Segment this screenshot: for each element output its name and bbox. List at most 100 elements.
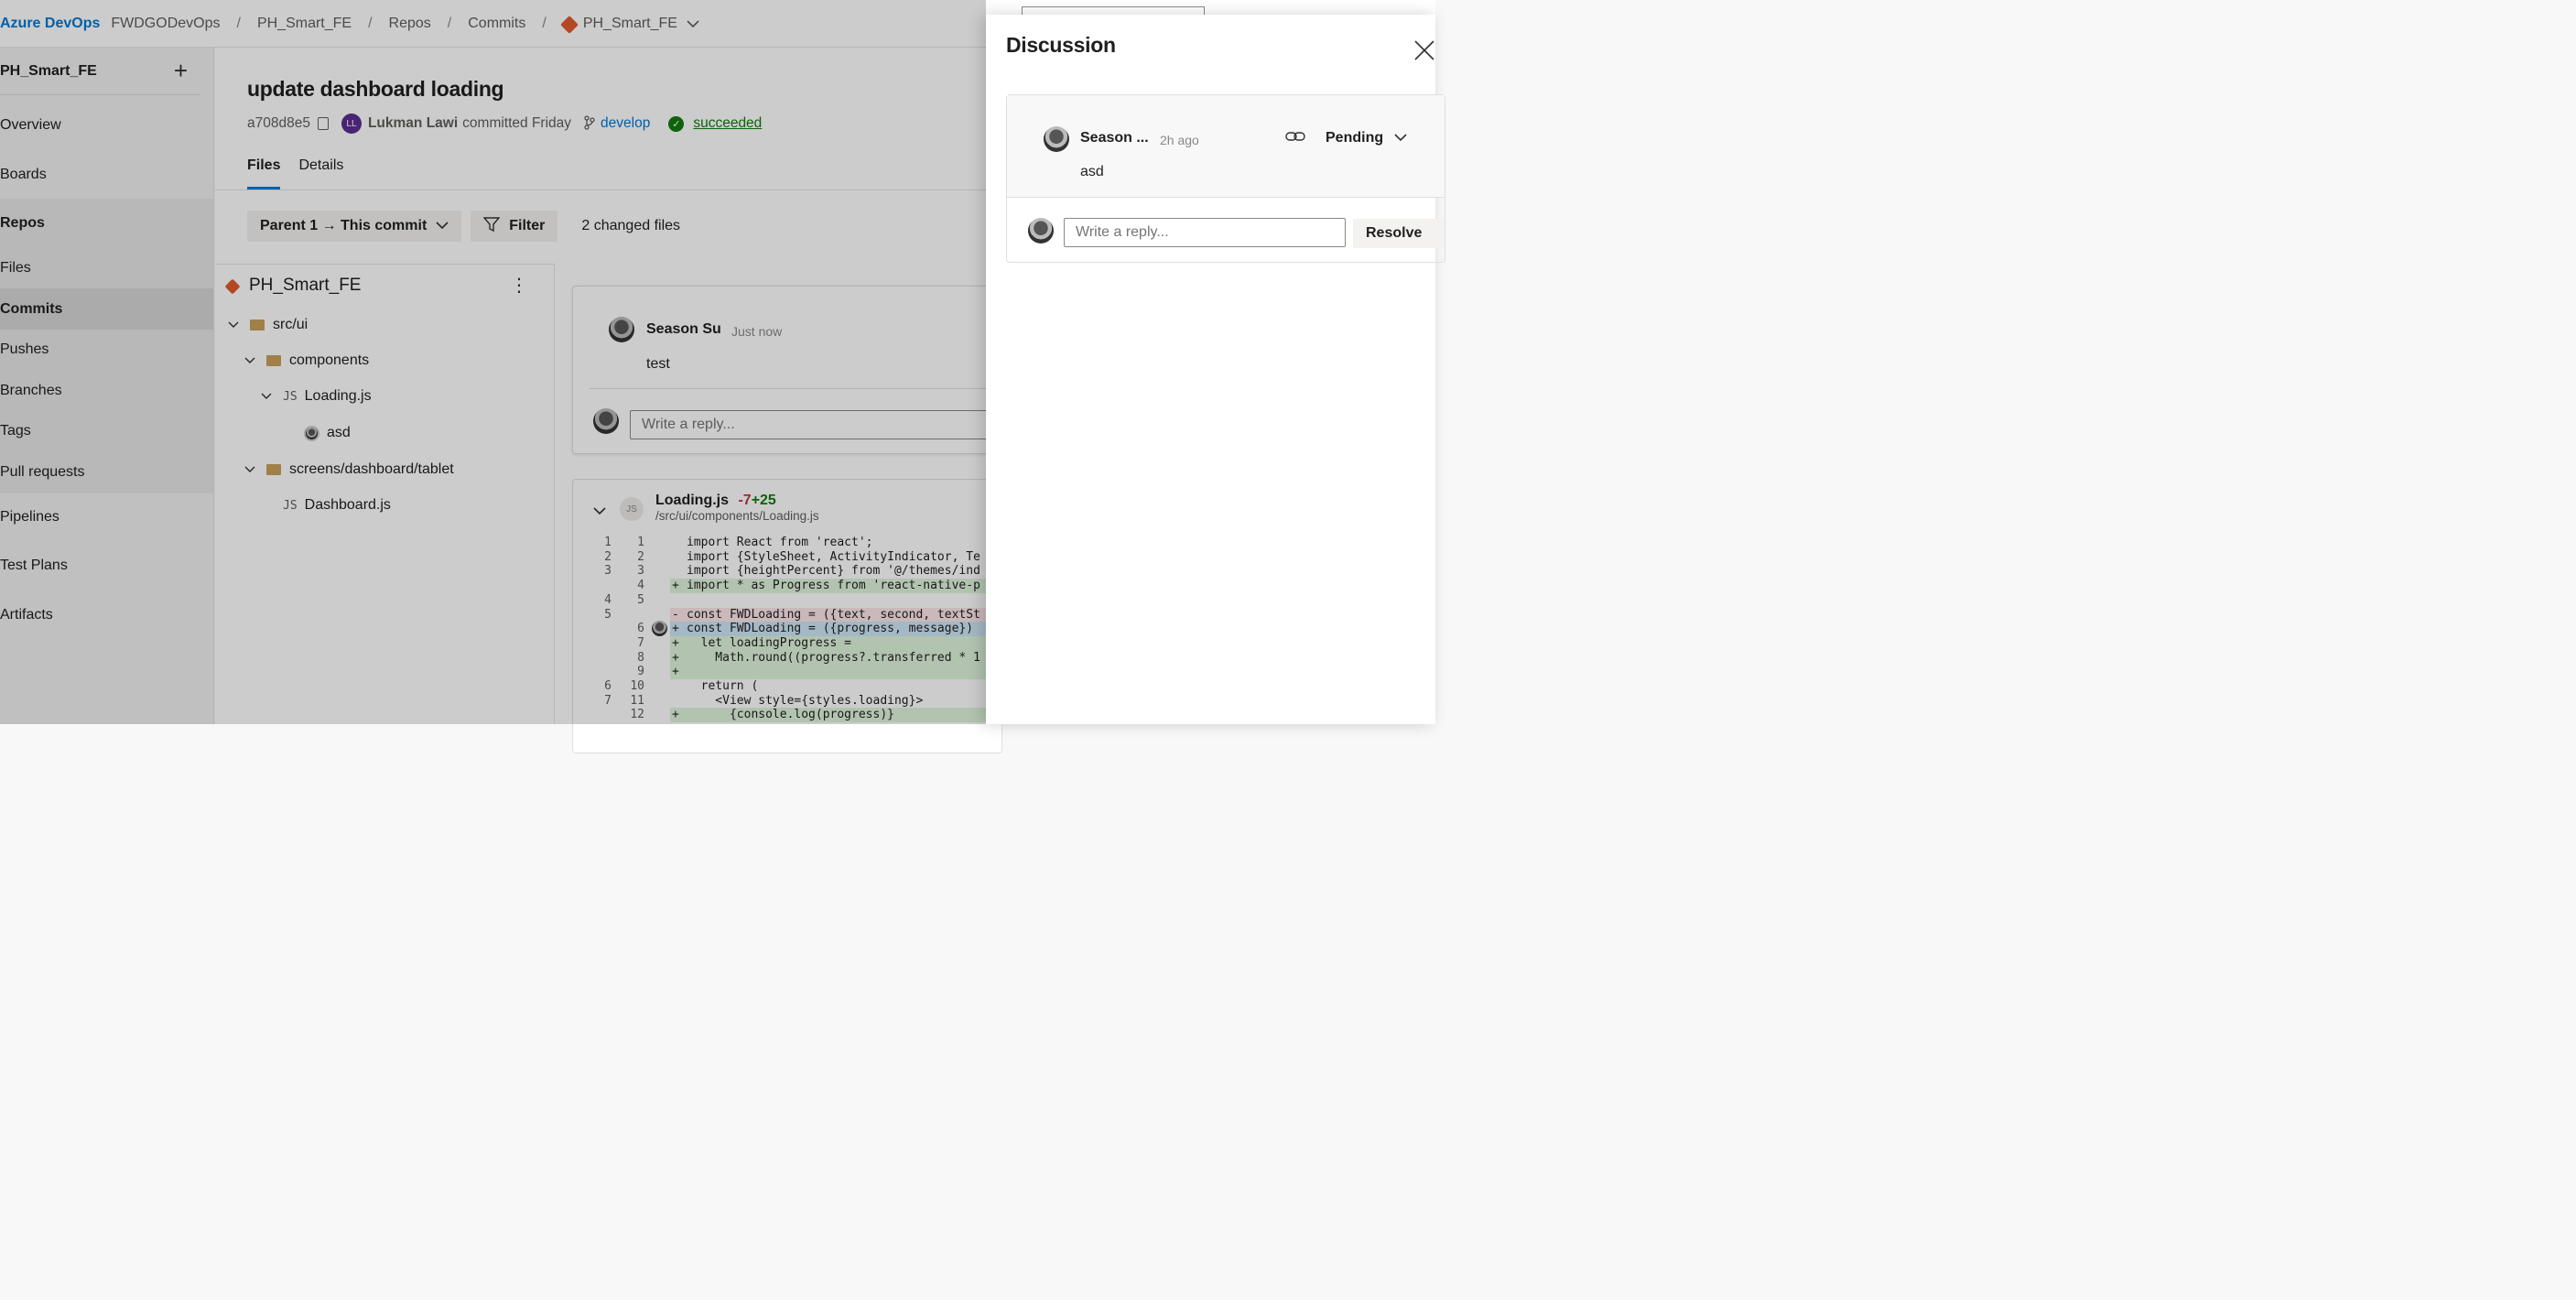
old-line-number: 4 — [604, 592, 612, 607]
breadcrumb-separator: / — [236, 15, 241, 31]
code-text: import React from 'react'; — [670, 536, 1001, 550]
tree-folder-screens[interactable]: screens/dashboard/tablet — [244, 461, 454, 478]
code-line: const FWDLoading = ({progress, message}) — [687, 622, 974, 636]
sidebar-item-overview[interactable]: Overview — [0, 117, 213, 134]
code-text — [670, 593, 1001, 608]
chevron-down-icon — [228, 319, 241, 331]
diff-marker — [672, 593, 687, 608]
thread-author: Season ... — [1080, 130, 1149, 146]
old-line-number: 1 — [604, 536, 612, 549]
diff-line[interactable]: 12 + {console.log(progress)} — [573, 708, 1001, 723]
diff-marker: + — [672, 665, 679, 679]
filter-button[interactable]: Filter — [471, 211, 558, 242]
breadcrumb-org[interactable]: FWDGODevOps — [111, 16, 220, 32]
code-text: <View style={styles.loading}> — [670, 693, 1001, 709]
plus-icon[interactable]: + — [174, 57, 188, 85]
sidebar-item-repos[interactable]: Repos — [0, 215, 213, 232]
diff-added-count: +25 — [751, 493, 776, 508]
diff-marker — [672, 564, 687, 579]
reply-input[interactable] — [1064, 218, 1346, 247]
sidebar-item-files[interactable]: Files — [0, 260, 213, 276]
diff-marker — [672, 679, 687, 694]
more-options-icon[interactable]: ⋮ — [510, 274, 528, 297]
tab-files[interactable]: Files — [247, 157, 281, 190]
diff-marker — [672, 550, 687, 565]
diff-line[interactable]: 3 3 import {heightPercent} from '@/themes… — [573, 564, 1001, 579]
code-text: import {heightPercent} from '@/themes/in… — [670, 564, 1001, 579]
new-line-number: 1 — [637, 536, 644, 549]
tree-folder-src-ui[interactable]: src/ui — [228, 317, 308, 333]
comment-thread: Season Su Just now test — [572, 286, 1014, 454]
reply-input[interactable] — [630, 410, 1014, 439]
old-line-number: 6 — [604, 679, 612, 693]
tree-comment-asd[interactable]: asd — [304, 425, 351, 441]
breadcrumb-project[interactable]: PH_Smart_FE — [257, 16, 352, 32]
diff-line[interactable]: 6 + const FWDLoading = ({progress, message… — [573, 621, 1001, 637]
avatar — [1044, 126, 1069, 152]
tab-details[interactable]: Details — [298, 157, 343, 190]
code-text: + const FWDLoading = ({progress, message}… — [670, 622, 1001, 636]
compare-dropdown[interactable]: Parent 1 → This commit — [247, 211, 462, 242]
diff-line[interactable]: 45 — [573, 592, 1001, 608]
repo-selector[interactable]: PH_Smart_FE — [559, 15, 699, 34]
filter-icon — [482, 216, 501, 236]
diff-line[interactable]: 7 + let loadingProgress = — [573, 635, 1001, 651]
diff-marker: + — [672, 708, 679, 722]
git-repo-icon — [559, 15, 579, 34]
link-icon[interactable] — [1285, 130, 1305, 147]
tree-file-dashboard[interactable]: JS Dashboard.js — [283, 497, 391, 514]
tree-folder-components[interactable]: components — [244, 352, 369, 369]
js-file-icon: JS — [283, 389, 298, 404]
diff-line[interactable]: 5 - const FWDLoading = ({text, second, tex… — [573, 607, 1001, 623]
sidebar-item-commits[interactable]: Commits — [0, 301, 213, 318]
diff-file-name[interactable]: Loading.js — [655, 493, 729, 508]
commit-tabs: Files Details — [247, 157, 362, 190]
breadcrumb-repos[interactable]: Repos — [389, 16, 431, 32]
thread-text: asd — [1080, 164, 1104, 179]
diff-line[interactable]: 9 + — [573, 665, 1001, 679]
sidebar-item-artifacts[interactable]: Artifacts — [0, 607, 213, 623]
status-dropdown[interactable]: Pending — [1326, 130, 1407, 146]
tree-root[interactable]: PH_Smart_FE — [224, 276, 362, 296]
brand-link[interactable]: Azure DevOps — [0, 16, 100, 32]
sidebar-item-test-plans[interactable]: Test Plans — [0, 558, 213, 574]
diff-line[interactable]: 8 + Math.round((progress?.transferred * 1 — [573, 650, 1001, 666]
close-icon[interactable] — [1413, 35, 1435, 69]
code-line: Math.round((progress?.transferred * 1 — [687, 650, 980, 665]
code-text: + — [670, 665, 1001, 679]
diff-line[interactable]: 7 11 <View style={styles.loading}> — [573, 693, 1001, 709]
avatar[interactable] — [652, 621, 667, 637]
copy-icon[interactable] — [317, 117, 329, 130]
diff-line[interactable]: 1 1 import React from 'react'; — [573, 536, 1001, 550]
sidebar-item-pushes[interactable]: Pushes — [0, 341, 213, 358]
diff-line[interactable]: 6 10 return ( — [573, 679, 1001, 694]
diff-file-header: Loading.js -7+25 — [655, 493, 776, 509]
sidebar-item-pipelines[interactable]: Pipelines — [0, 509, 213, 525]
compare-label: Parent 1 → This commit — [260, 218, 428, 233]
folder-icon — [266, 355, 281, 366]
tree-file-loading[interactable]: JS Loading.js — [261, 388, 372, 405]
changed-files-count: 2 changed files — [581, 218, 681, 233]
chevron-down-icon[interactable] — [593, 504, 606, 520]
commit-author[interactable]: Lukman Lawi — [368, 115, 458, 132]
resolve-button[interactable]: Resolve — [1353, 219, 1445, 248]
breadcrumb-separator: / — [447, 15, 452, 31]
sidebar-item-boards[interactable]: Boards — [0, 167, 213, 183]
diff-marker — [672, 536, 687, 550]
diff-line[interactable]: 4 + import * as Progress from 'react-nativ… — [573, 579, 1001, 593]
sidebar-item-branches[interactable]: Branches — [0, 383, 213, 399]
tree-root-label: PH_Smart_FE — [249, 276, 362, 295]
diff-line[interactable]: 2 2 import {StyleSheet, ActivityIndicator… — [573, 550, 1001, 565]
breadcrumb-separator: / — [368, 15, 373, 31]
sidebar-item-tags[interactable]: Tags — [0, 423, 213, 439]
chevron-down-icon — [1394, 130, 1407, 146]
build-status-link[interactable]: succeeded — [693, 115, 762, 132]
code-line: <View style={styles.loading}> — [687, 693, 924, 708]
diff-file-path: /src/ui/components/Loading.js — [655, 509, 819, 523]
breadcrumb-commits[interactable]: Commits — [468, 16, 525, 32]
branch-link[interactable]: develop — [601, 115, 650, 132]
sidebar-item-pull-requests[interactable]: Pull requests — [0, 464, 213, 481]
chevron-down-icon — [244, 354, 257, 367]
nav-project-header: PH_Smart_FE + — [0, 48, 200, 95]
nav-project-name[interactable]: PH_Smart_FE — [0, 63, 97, 80]
